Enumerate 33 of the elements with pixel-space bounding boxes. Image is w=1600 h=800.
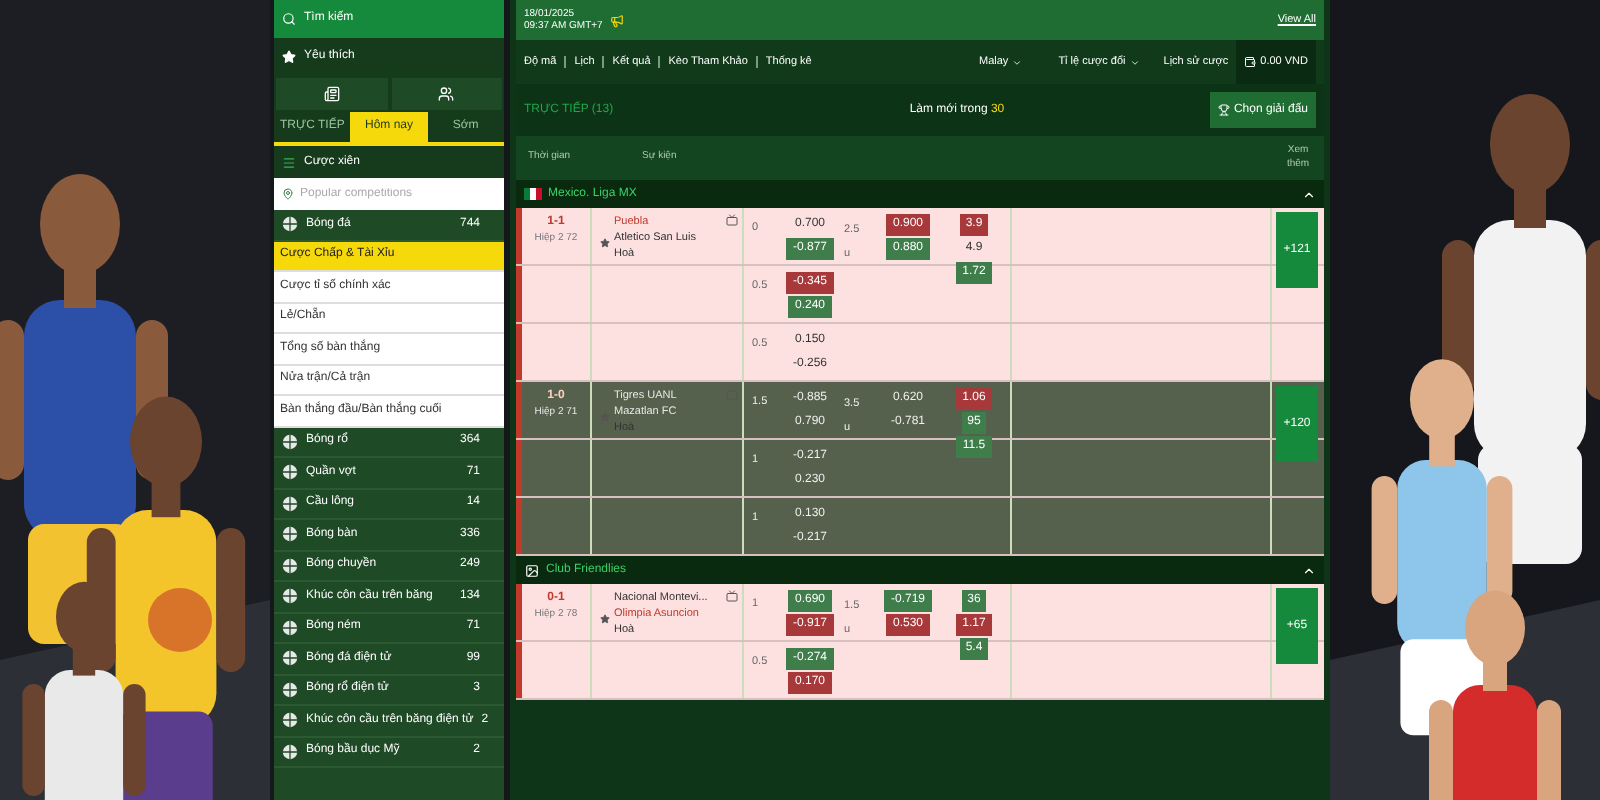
tv-icon[interactable]: [726, 590, 738, 602]
group-tab[interactable]: [389, 76, 504, 112]
collapse-icon[interactable]: [1302, 563, 1316, 577]
list-icon: [282, 155, 296, 169]
caret-icon: [1129, 57, 1140, 67]
caret-icon: [1012, 57, 1023, 67]
wallet-icon: [1244, 56, 1257, 68]
pin-icon: [282, 188, 294, 200]
ball-icon: [282, 216, 298, 233]
ball-icon: [282, 743, 298, 760]
ball-icon: [282, 526, 298, 543]
search-icon: [282, 12, 296, 26]
news-icon: [323, 86, 340, 102]
ball-icon: [282, 712, 298, 729]
ball-icon: [282, 650, 298, 667]
star-icon: [282, 50, 296, 64]
collapse-icon[interactable]: [1302, 187, 1316, 201]
news-tab[interactable]: [274, 76, 389, 112]
ball-icon: [282, 557, 298, 574]
ball-icon: [282, 433, 298, 450]
ball-icon: [282, 464, 298, 481]
group-icon: [438, 86, 455, 102]
trophy-icon: [1217, 104, 1230, 116]
ball-icon: [282, 619, 298, 636]
ball-icon: [282, 588, 298, 605]
favorite-star-icon[interactable]: [600, 238, 610, 248]
tv-icon[interactable]: [726, 214, 738, 226]
favorite-star-icon[interactable]: [600, 614, 610, 624]
flag-icon: [524, 188, 542, 200]
ball-icon: [282, 495, 298, 512]
ball-icon: [282, 681, 298, 698]
megaphone-icon: [610, 13, 625, 27]
image-icon: [524, 563, 540, 577]
